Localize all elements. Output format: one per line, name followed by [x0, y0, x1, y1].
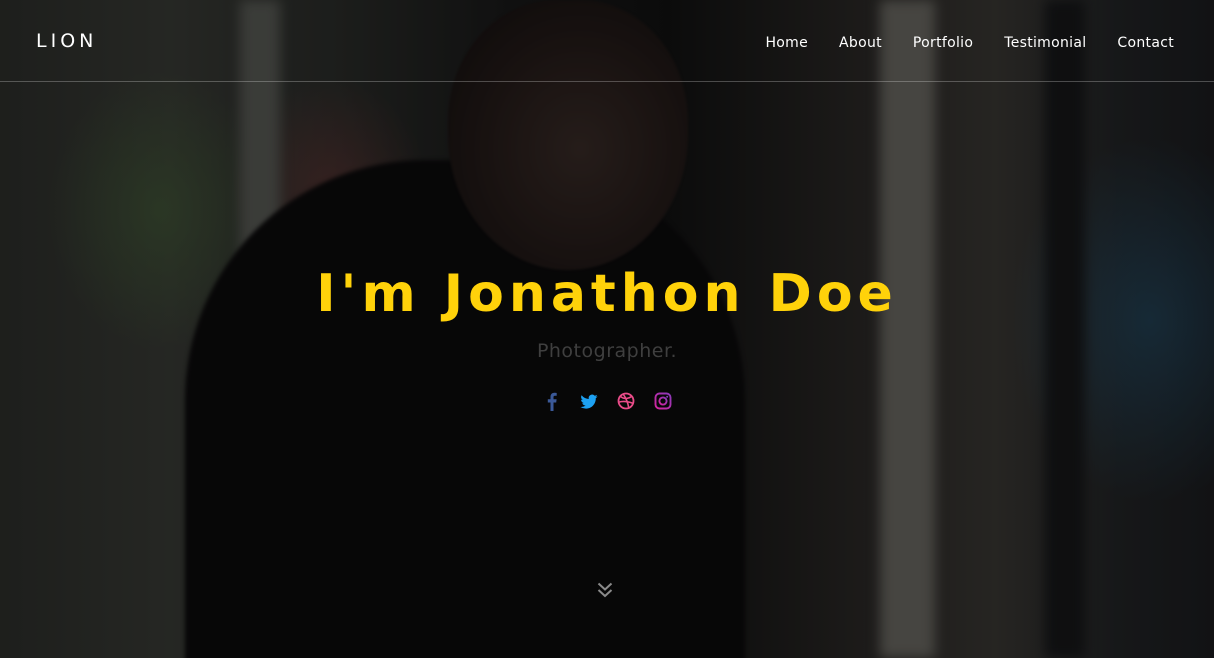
nav-menu: Home About Portfolio Testimonial Contact [765, 32, 1174, 51]
hero-title: I'm Jonathon Doe [316, 264, 898, 324]
nav-link-testimonial[interactable]: Testimonial [1004, 35, 1086, 51]
navbar: LION Home About Portfolio Testimonial Co… [0, 0, 1214, 82]
scroll-down-button[interactable] [596, 580, 614, 600]
double-chevron-down-icon [597, 582, 613, 598]
dribbble-icon [617, 392, 634, 410]
nav-item-home: Home [765, 32, 808, 51]
dribbble-link[interactable] [617, 390, 635, 412]
nav-item-about: About [839, 32, 882, 51]
instagram-icon [654, 392, 671, 410]
hero-content: I'm Jonathon Doe Photographer. [0, 262, 1214, 362]
facebook-link[interactable] [543, 390, 561, 412]
social-links [0, 390, 1214, 412]
instagram-link[interactable] [654, 390, 672, 412]
nav-link-about[interactable]: About [839, 35, 882, 51]
nav-link-contact[interactable]: Contact [1117, 35, 1174, 51]
brand-logo[interactable]: LION [36, 30, 97, 52]
nav-item-contact: Contact [1117, 32, 1174, 51]
twitter-link[interactable] [579, 390, 598, 412]
nav-link-home[interactable]: Home [765, 35, 808, 51]
hero-subtitle: Photographer. [536, 340, 678, 362]
twitter-icon [579, 394, 597, 409]
nav-item-testimonial: Testimonial [1004, 32, 1086, 51]
nav-item-portfolio: Portfolio [913, 32, 973, 51]
nav-link-portfolio[interactable]: Portfolio [913, 35, 973, 51]
facebook-icon [547, 392, 557, 411]
